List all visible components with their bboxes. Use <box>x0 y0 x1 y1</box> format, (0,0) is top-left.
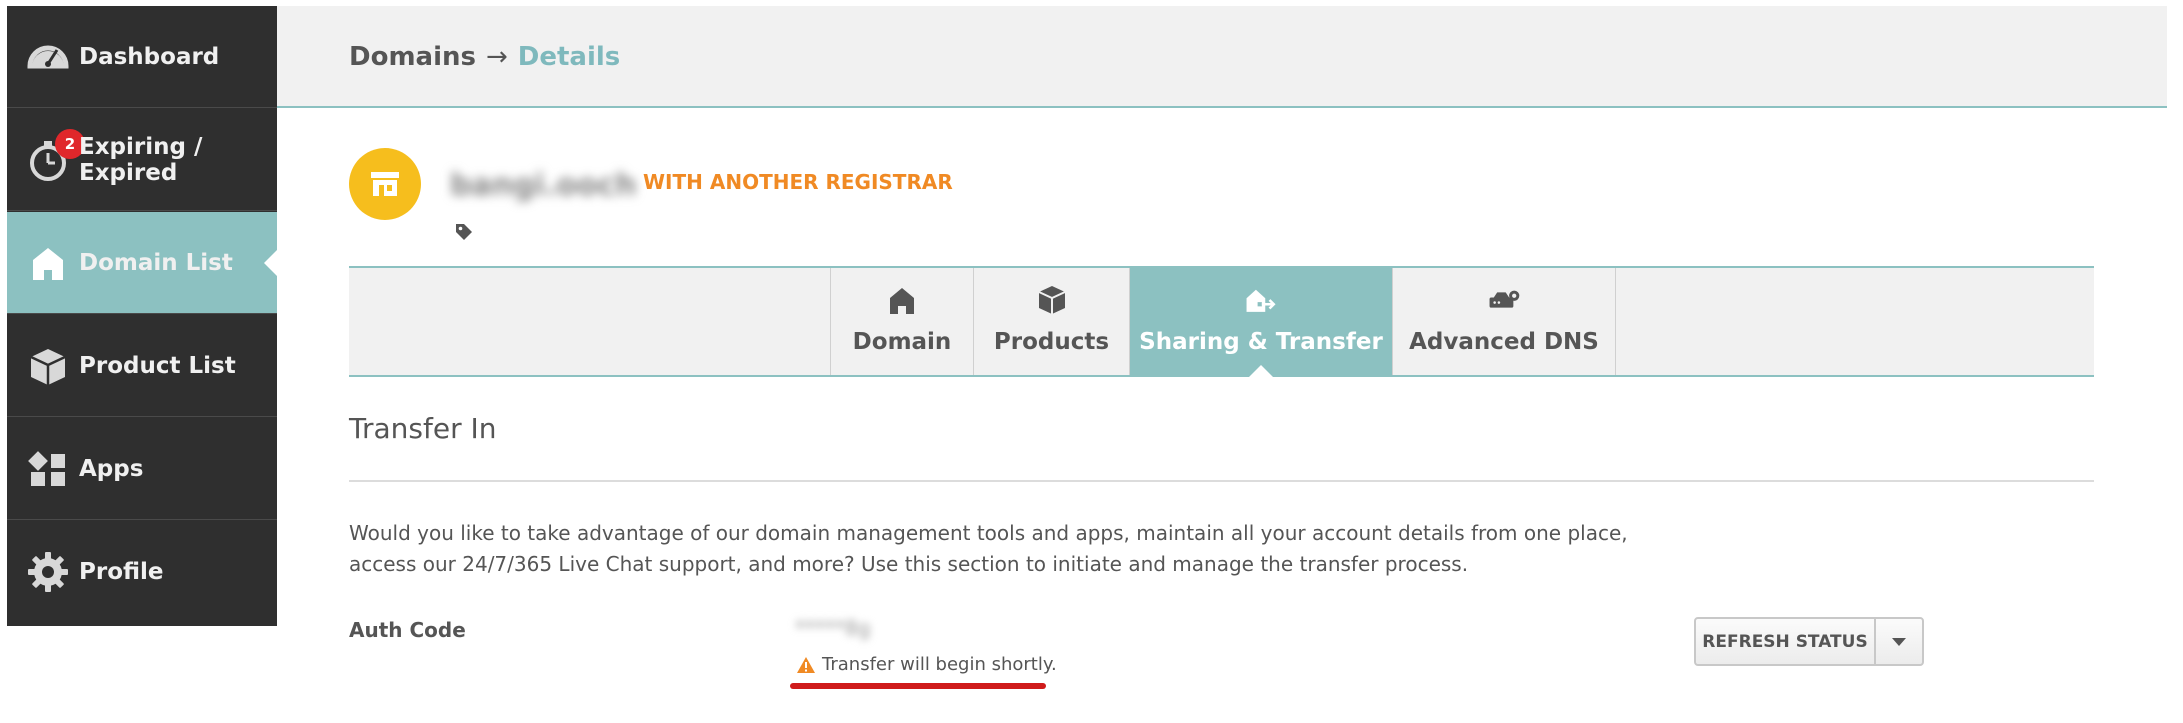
home-icon <box>890 288 914 314</box>
dashboard-gauge-icon <box>27 45 69 69</box>
sidebar-item-label: Dashboard <box>79 43 220 70</box>
red-underline-annotation <box>790 683 1046 689</box>
sidebar-item-dashboard[interactable]: Dashboard <box>7 6 277 108</box>
refresh-status-button[interactable]: REFRESH STATUS <box>1696 619 1876 664</box>
tab-products[interactable]: Products <box>973 268 1130 375</box>
sidebar-item-apps[interactable]: Apps <box>7 418 277 520</box>
sidebar-item-domain-list[interactable]: Domain List <box>7 212 277 314</box>
caret-down-icon <box>1892 637 1906 646</box>
sidebar-item-label: Domain List <box>79 249 233 276</box>
tab-label: Sharing & Transfer <box>1139 329 1383 355</box>
tab-advanced-dns[interactable]: Advanced DNS <box>1392 268 1616 375</box>
dns-server-icon <box>1489 290 1520 308</box>
refresh-options-dropdown[interactable] <box>1876 619 1922 664</box>
sidebar-item-label: Profile <box>79 559 164 585</box>
box-icon <box>30 349 66 385</box>
box-icon <box>1038 286 1065 314</box>
transfer-status-text: Transfer will begin shortly. <box>822 654 1057 675</box>
transfer-status-message: Transfer will begin shortly. <box>796 654 1057 675</box>
gear-icon <box>28 552 68 592</box>
sidebar-item-label: Expiring / Expired <box>79 133 203 186</box>
section-title: Transfer In <box>349 412 497 445</box>
sidebar: Dashboard 2 Expiring / Expired Domain Li… <box>7 6 277 626</box>
sidebar-item-product-list[interactable]: Product List <box>7 315 277 417</box>
tab-label: Advanced DNS <box>1409 329 1599 355</box>
auth-code-label: Auth Code <box>349 618 466 642</box>
domain-store-badge <box>349 148 421 220</box>
transfer-house-icon <box>1246 289 1276 312</box>
tab-sharing-transfer[interactable]: Sharing & Transfer <box>1130 268 1392 377</box>
refresh-status-button-group: REFRESH STATUS <box>1694 617 1924 666</box>
tab-label: Products <box>993 329 1110 355</box>
auth-code-value: *****8g <box>795 616 871 640</box>
tag-icon[interactable] <box>454 222 474 242</box>
domain-name: bangi.ooch <box>450 168 637 203</box>
tab-domain[interactable]: Domain <box>830 268 974 375</box>
storefront-icon <box>371 172 399 196</box>
sidebar-item-label: Product List <box>79 352 236 379</box>
home-icon <box>33 248 63 280</box>
transfer-description: Would you like to take advantage of our … <box>349 521 1628 576</box>
sidebar-item-expiring[interactable]: 2 Expiring / Expired <box>7 109 277 211</box>
breadcrumb-parent-link[interactable]: Domains <box>349 42 476 72</box>
breadcrumb-current: Details <box>517 42 621 72</box>
tab-label: Domain <box>852 329 952 355</box>
detail-tabs-bar: Domain Products Sharing & Transfer Advan… <box>349 266 2094 377</box>
apps-grid-icon <box>28 451 65 486</box>
section-divider <box>349 480 2094 482</box>
warning-icon <box>797 656 815 673</box>
sidebar-item-profile[interactable]: Profile <box>7 521 277 623</box>
breadcrumb: Domains → Details <box>349 42 620 72</box>
domain-status-label: WITH ANOTHER REGISTRAR <box>643 170 953 194</box>
page-header: Domains → Details <box>277 6 2167 108</box>
breadcrumb-separator: → <box>485 42 508 72</box>
sidebar-item-label: Apps <box>79 455 144 482</box>
